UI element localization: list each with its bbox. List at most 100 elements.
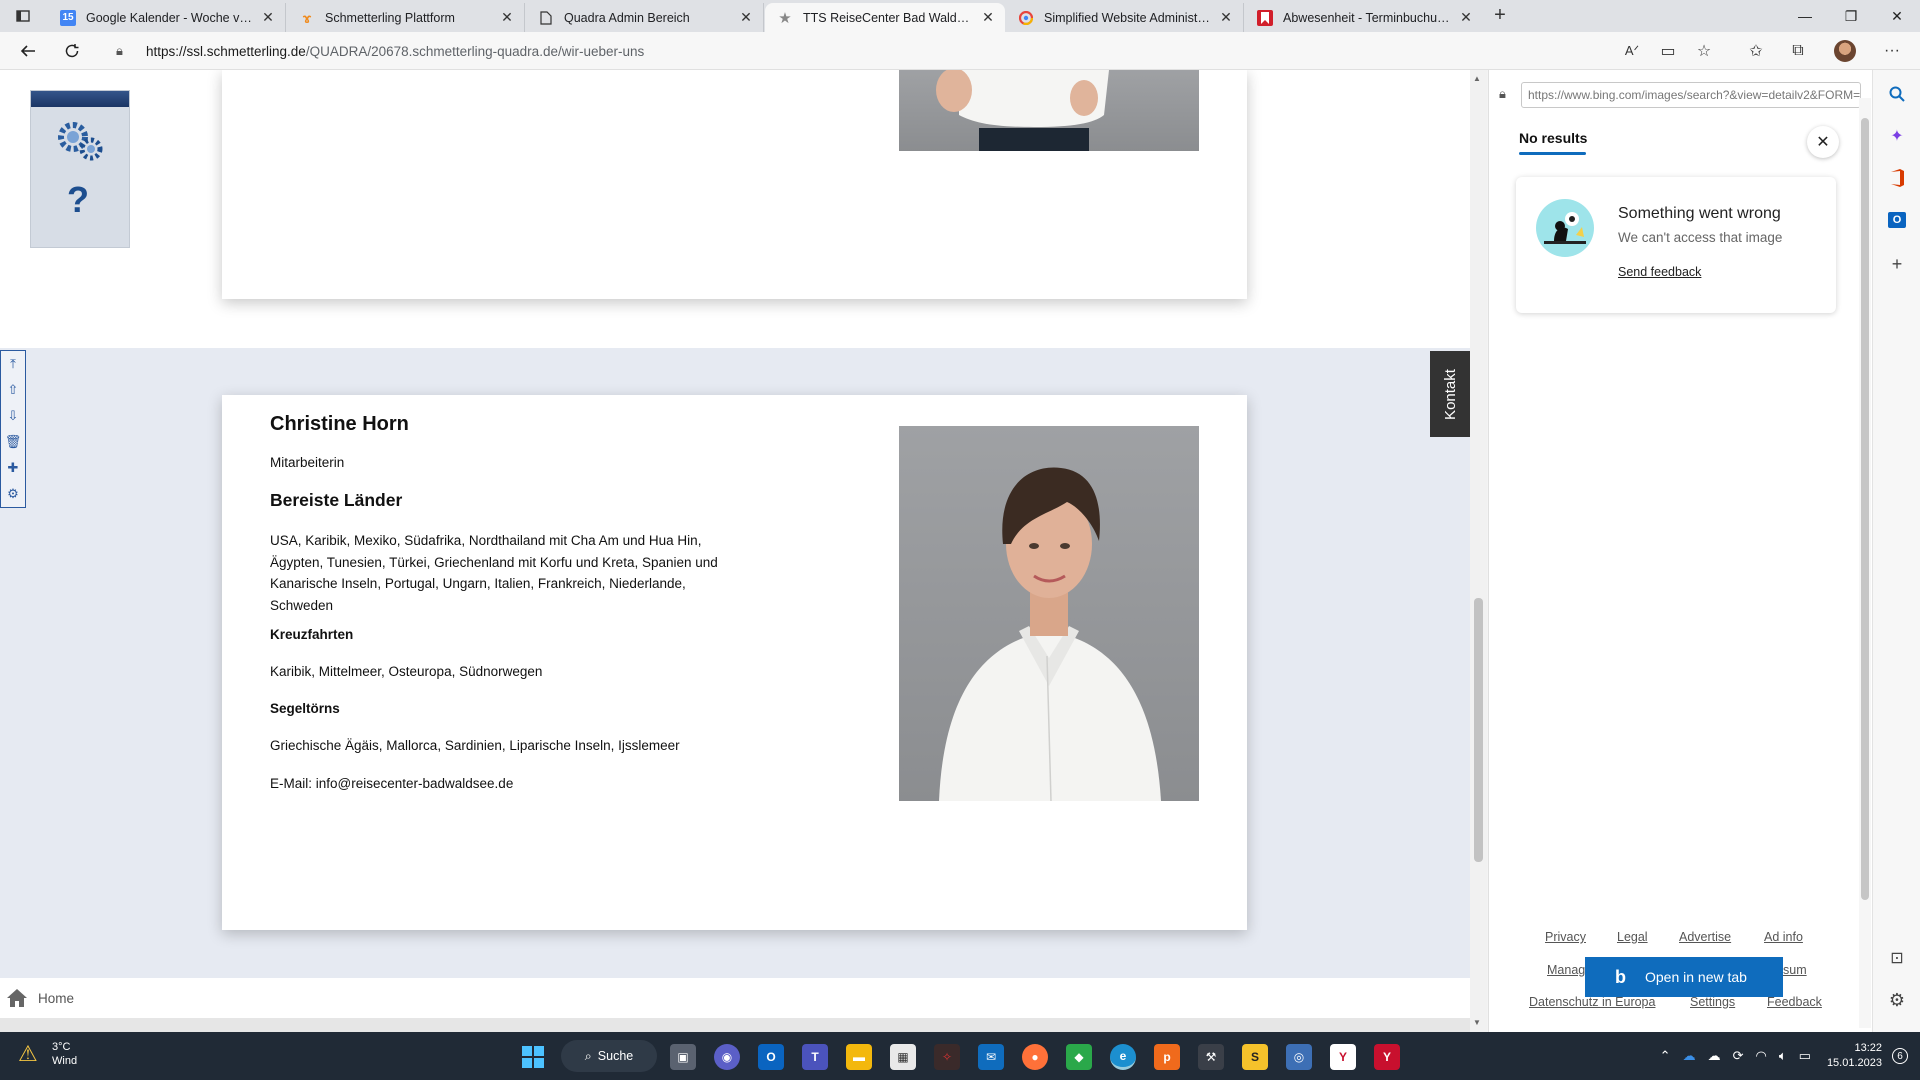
datenschutz-link[interactable]: Datenschutz in Europa	[1529, 995, 1655, 1009]
tab-no-results[interactable]: No results	[1519, 130, 1587, 146]
home-link[interactable]: Home	[38, 991, 74, 1006]
app-green-red-icon[interactable]: ◆	[1066, 1044, 1092, 1070]
scroll-down-icon[interactable]: ▼	[1473, 1018, 1481, 1027]
file-explorer-icon[interactable]: ▬	[846, 1044, 872, 1070]
tab-simplified-admin[interactable]: Simplified Website Administratio ✕	[1006, 3, 1244, 32]
app-dark-icon[interactable]: ✧	[934, 1044, 960, 1070]
team-photo-christine-horn	[899, 426, 1199, 801]
add-favorite-button[interactable]: ☆	[1690, 37, 1718, 65]
sparkle-icon[interactable]: ✦	[1885, 124, 1909, 148]
sidebar-scrollbar-thumb[interactable]	[1861, 118, 1869, 900]
settings-gear-icon[interactable]: ⚙	[1885, 988, 1909, 1012]
task-view-icon[interactable]: ▣	[670, 1044, 696, 1070]
add-icon[interactable]: ✚	[1, 455, 25, 481]
home-icon[interactable]	[6, 988, 28, 1008]
close-icon: ✕	[1816, 134, 1830, 151]
close-icon[interactable]: ✕	[737, 9, 755, 27]
close-icon[interactable]: ✕	[498, 9, 516, 27]
outlook-icon[interactable]: O	[1885, 208, 1909, 232]
store-icon[interactable]: ▦	[890, 1044, 916, 1070]
minimize-button[interactable]: —	[1782, 0, 1828, 32]
legal-link[interactable]: Legal	[1617, 930, 1648, 944]
close-window-button[interactable]: ✕	[1874, 0, 1920, 32]
scroll-up-icon[interactable]: ▲	[1473, 74, 1481, 83]
lock-icon: 🔒︎	[116, 43, 123, 58]
immersive-reader-button[interactable]: ▭	[1654, 37, 1682, 65]
move-down-icon[interactable]: ⇩	[1, 403, 25, 429]
collections-button[interactable]: ⧉	[1784, 37, 1812, 65]
address-bar[interactable]: 🔒︎ https://ssl.schmetterling.de/QUADRA/2…	[104, 36, 1600, 66]
outlook-icon[interactable]: O	[758, 1044, 784, 1070]
settings-link[interactable]: Settings	[1690, 995, 1735, 1009]
feedback-link[interactable]: Feedback	[1767, 995, 1822, 1009]
favorites-button[interactable]: ✩	[1742, 37, 1770, 65]
volume-icon[interactable]: 🔈︎	[1779, 1048, 1787, 1064]
app-y-red-icon[interactable]: Y	[1374, 1044, 1400, 1070]
teams-icon[interactable]: T	[802, 1044, 828, 1070]
delete-icon[interactable]: 🗑︎	[1, 429, 25, 455]
app-eye-icon[interactable]: ◎	[1286, 1044, 1312, 1070]
app-s-icon[interactable]: S	[1242, 1044, 1268, 1070]
clock[interactable]: 13:22 15.01.2023	[1827, 1041, 1882, 1071]
scrollbar-thumb[interactable]	[1474, 598, 1483, 862]
cms-panel-header[interactable]	[31, 91, 129, 107]
gears-icon[interactable]	[55, 119, 107, 163]
profile-button[interactable]	[1831, 37, 1859, 65]
refresh-button[interactable]	[58, 37, 86, 65]
settings-gear-icon[interactable]: ⚙	[1, 481, 25, 507]
windows-start-icon[interactable]	[520, 1044, 546, 1070]
email-text[interactable]: E-Mail: info@reisecenter-badwaldsee.de	[270, 776, 513, 791]
sidebar-url-field[interactable]: https://www.bing.com/images/search?&view…	[1521, 82, 1861, 108]
add-icon[interactable]: +	[1885, 252, 1909, 276]
battery-icon[interactable]: ▭	[1799, 1048, 1811, 1064]
kontakt-tab[interactable]: Kontakt	[1430, 351, 1470, 437]
onedrive-icon[interactable]: ☁	[1683, 1048, 1696, 1064]
tab-schmetterling[interactable]: ɤ Schmetterling Plattform ✕	[287, 3, 525, 32]
sync-icon[interactable]: ⟳	[1733, 1048, 1744, 1064]
tab-google-calendar[interactable]: 15 Google Kalender - Woche vom 2 ✕	[48, 3, 286, 32]
firefox-icon[interactable]: ●	[1022, 1044, 1048, 1070]
page-scrollbar[interactable]: ▲ ▼	[1470, 70, 1487, 1032]
tab-abwesenheit[interactable]: Abwesenheit - Terminbuchung - ✕	[1245, 3, 1483, 32]
cloud-icon[interactable]: ☁	[1708, 1048, 1721, 1064]
open-in-new-tab-button[interactable]: b Open in new tab	[1585, 957, 1783, 997]
wifi-icon[interactable]: ◠	[1755, 1048, 1766, 1064]
close-icon[interactable]: ✕	[1217, 9, 1235, 27]
close-icon[interactable]: ✕	[259, 9, 277, 27]
move-top-icon[interactable]: ⤒	[1, 351, 25, 377]
tab-actions-button[interactable]	[8, 4, 38, 28]
app-tools-icon[interactable]: ⚒	[1198, 1044, 1224, 1070]
edge-icon[interactable]: e	[1110, 1044, 1136, 1070]
mail-icon[interactable]: ✉	[978, 1044, 1004, 1070]
app-p-icon[interactable]: p	[1154, 1044, 1180, 1070]
chevron-up-icon[interactable]: ⌃	[1660, 1048, 1671, 1064]
tab-tts-reisecenter[interactable]: ★ TTS ReiseCenter Bad Waldsee - d ✕	[765, 3, 1005, 32]
office-icon[interactable]	[1885, 166, 1909, 190]
weather-widget[interactable]: ⚠ 3°C Wind	[18, 1040, 77, 1068]
search-icon[interactable]	[1885, 82, 1909, 106]
move-up-icon[interactable]: ⇧	[1, 377, 25, 403]
close-icon[interactable]: ✕	[1457, 9, 1475, 27]
ad-info-link[interactable]: Ad info	[1764, 930, 1803, 944]
sidebar-close-button[interactable]: ✕	[1807, 126, 1839, 158]
close-icon[interactable]: ✕	[979, 9, 997, 27]
lock-icon: 🔒︎	[1499, 86, 1506, 101]
notification-badge[interactable]: 6	[1892, 1048, 1908, 1064]
app-y-white-icon[interactable]: Y	[1330, 1044, 1356, 1070]
privacy-link[interactable]: Privacy	[1545, 930, 1586, 944]
restore-button[interactable]: ❐	[1828, 0, 1874, 32]
impressum-link[interactable]: sum	[1783, 963, 1807, 977]
settings-more-button[interactable]: ···	[1878, 37, 1906, 65]
send-feedback-link[interactable]: Send feedback	[1618, 265, 1701, 279]
sidebar-scrollbar[interactable]	[1859, 98, 1871, 1028]
taskbar-search-button[interactable]: ⌕ Suche	[561, 1040, 657, 1072]
back-button[interactable]	[14, 37, 42, 65]
teams-chat-icon[interactable]: ◉	[714, 1044, 740, 1070]
new-tab-button[interactable]: +	[1488, 4, 1512, 28]
tab-quadra-admin[interactable]: Quadra Admin Bereich ✕	[526, 3, 764, 32]
hide-sidebar-icon[interactable]: ⊡	[1885, 946, 1909, 970]
manage-link[interactable]: Manag	[1547, 963, 1585, 977]
help-icon[interactable]: ?	[67, 179, 89, 221]
advertise-link[interactable]: Advertise	[1679, 930, 1731, 944]
read-aloud-button[interactable]: Aᐟ	[1618, 37, 1646, 65]
